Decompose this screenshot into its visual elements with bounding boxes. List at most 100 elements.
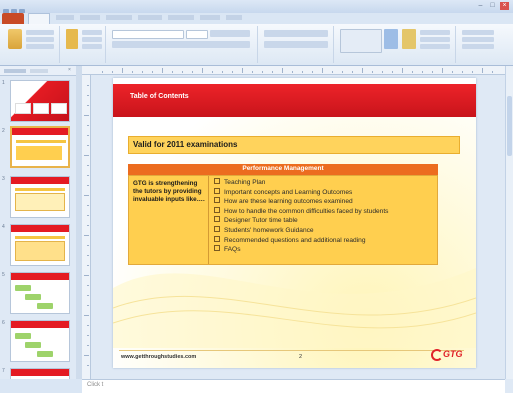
ruler-tick <box>84 315 89 316</box>
ruler-tick <box>87 175 89 176</box>
slide-number: 4 <box>2 224 5 230</box>
maximize-button[interactable]: □ <box>488 2 497 10</box>
ruler-tick <box>172 71 173 73</box>
checkbox-bullet-icon <box>214 187 220 194</box>
horizontal-ruler <box>82 66 505 75</box>
notes-pane[interactable]: Click t <box>82 379 505 393</box>
replace-button[interactable] <box>462 37 494 42</box>
ruler-tick <box>182 71 183 73</box>
font-name-select[interactable] <box>112 30 184 39</box>
slide-number: 2 <box>2 128 5 134</box>
arrange-icon[interactable] <box>384 29 398 49</box>
list-item: Designer Tutor time table <box>214 216 439 226</box>
ruler-tick <box>442 68 443 73</box>
ruler-tick <box>242 68 243 73</box>
animations-tab[interactable] <box>138 15 162 20</box>
shape-effects-button[interactable] <box>420 44 450 49</box>
align-buttons[interactable] <box>264 41 328 48</box>
reset-button[interactable] <box>82 37 102 42</box>
shape-outline-button[interactable] <box>420 37 450 42</box>
scroll-thumb[interactable] <box>507 96 512 156</box>
ruler-tick <box>87 265 89 266</box>
ruler-tick <box>222 71 223 73</box>
ruler-tick <box>87 365 89 366</box>
checkbox-bullet-icon <box>214 178 220 184</box>
shapes-gallery[interactable] <box>340 29 382 53</box>
title-bar: – □ × <box>0 0 513 15</box>
vertical-scrollbar[interactable] <box>505 66 513 379</box>
file-tab[interactable] <box>2 13 24 24</box>
transitions-tab[interactable] <box>106 15 132 20</box>
checkbox-bullet-icon <box>214 235 220 242</box>
home-tab[interactable] <box>28 13 50 24</box>
ruler-tick <box>312 71 313 73</box>
table-left-cell: GTG is strengthening the tutors by provi… <box>129 176 209 264</box>
status-area <box>0 379 82 393</box>
layout-button[interactable] <box>82 30 102 35</box>
outline-tab[interactable] <box>30 69 48 73</box>
slide-thumbnail-7[interactable] <box>10 368 70 379</box>
ruler-tick <box>332 71 333 73</box>
paste-icon[interactable] <box>8 29 22 49</box>
slide-thumbnail-5[interactable] <box>10 272 70 314</box>
ruler-tick <box>87 295 89 296</box>
insert-tab[interactable] <box>56 15 74 20</box>
design-tab[interactable] <box>80 15 100 20</box>
shape-fill-button[interactable] <box>420 30 450 35</box>
ruler-tick <box>87 285 89 286</box>
cut-button[interactable] <box>26 30 54 35</box>
ruler-tick <box>322 68 323 73</box>
checkbox-bullet-icon <box>214 245 220 252</box>
performance-table[interactable]: Performance Management GTG is strengthen… <box>128 164 438 265</box>
slide-canvas[interactable]: Table of Contents Valid for 2011 examina… <box>113 78 476 368</box>
logo-swoosh-icon <box>431 349 443 361</box>
list-item: Recommended questions and additional rea… <box>214 235 439 246</box>
slide-title[interactable]: Table of Contents <box>130 93 189 100</box>
ruler-tick <box>122 68 123 73</box>
slide-thumbnail-6[interactable] <box>10 320 70 362</box>
font-size-select[interactable] <box>186 30 208 39</box>
list-buttons[interactable] <box>264 30 328 37</box>
font-style-buttons[interactable] <box>112 41 250 48</box>
ruler-tick <box>232 71 233 73</box>
topic-list: Teaching Plan Important concepts and Lea… <box>214 178 439 255</box>
validity-box[interactable]: Valid for 2011 examinations <box>128 136 460 154</box>
new-slide-icon[interactable] <box>66 29 78 49</box>
ruler-tick <box>492 71 493 73</box>
ruler-tick <box>482 68 483 73</box>
find-button[interactable] <box>462 30 494 35</box>
minimize-button[interactable]: – <box>476 2 485 10</box>
ribbon-tab-bar <box>0 13 513 24</box>
ruler-tick <box>202 68 203 73</box>
view-tab[interactable] <box>226 15 242 20</box>
font-size-buttons[interactable] <box>210 30 250 37</box>
slide-thumbnail-3[interactable] <box>10 176 70 218</box>
slide-thumbnail-1[interactable] <box>10 80 70 122</box>
quick-styles-icon[interactable] <box>402 29 416 49</box>
copy-button[interactable] <box>26 37 54 42</box>
list-item: How are these learning outcomes examined <box>214 197 439 207</box>
format-painter-button[interactable] <box>26 44 54 49</box>
slide-number: 3 <box>2 176 5 182</box>
close-button[interactable]: × <box>500 2 509 10</box>
select-button[interactable] <box>462 44 494 49</box>
section-button[interactable] <box>82 44 102 49</box>
close-pane-icon[interactable]: × <box>68 68 73 73</box>
slides-pane: 1 2 3 4 5 6 7 <box>0 76 76 379</box>
slide-show-tab[interactable] <box>168 15 194 20</box>
ruler-tick <box>372 71 373 73</box>
slide-thumbnail-4[interactable] <box>10 224 70 266</box>
ruler-tick <box>282 68 283 73</box>
ruler-tick <box>152 71 153 73</box>
ruler-tick <box>472 71 473 73</box>
quick-access-toolbar[interactable] <box>3 2 43 15</box>
slide-thumbnail-2[interactable] <box>10 126 70 168</box>
ruler-tick <box>84 235 89 236</box>
ruler-tick <box>84 155 89 156</box>
slide-page-number: 2 <box>299 354 303 360</box>
slides-tab[interactable] <box>4 69 26 73</box>
review-tab[interactable] <box>200 15 220 20</box>
drawing-group <box>336 26 456 63</box>
ruler-tick <box>87 95 89 96</box>
paragraph-group <box>260 26 334 63</box>
